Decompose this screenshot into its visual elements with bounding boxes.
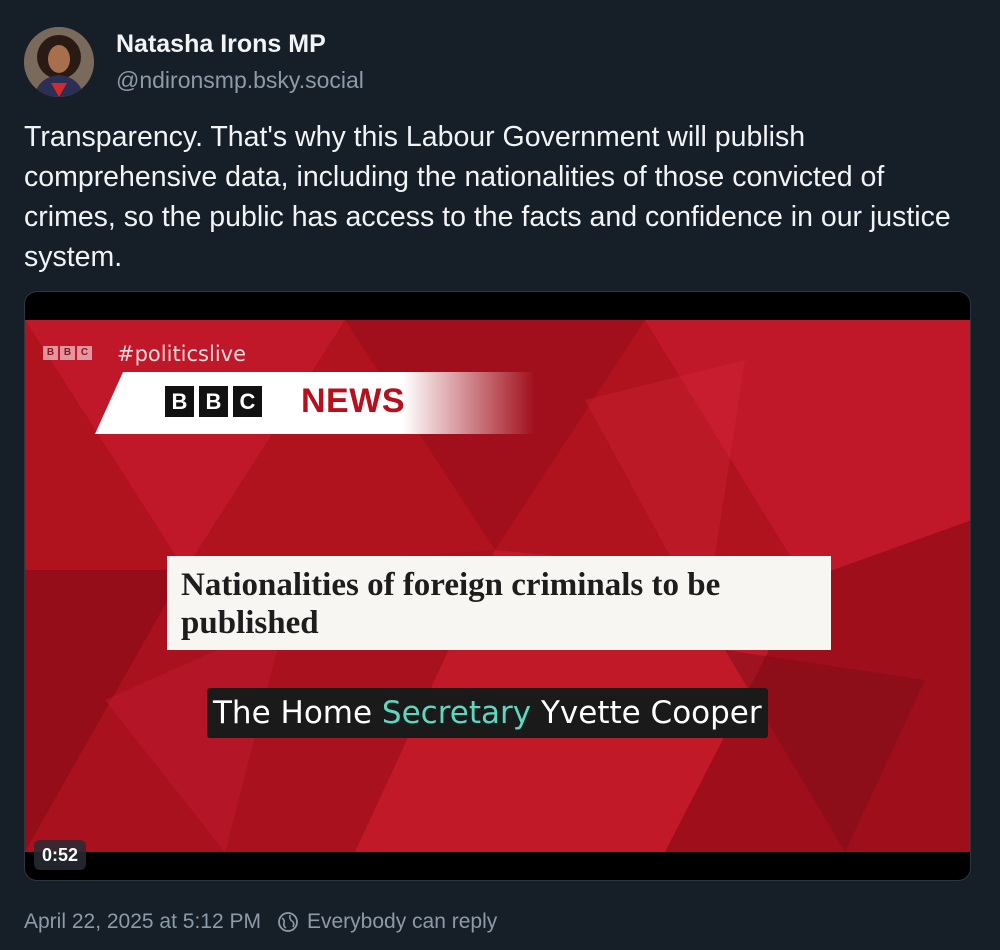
caption-text-after: Yvette Cooper — [531, 695, 762, 731]
post-container: Natasha Irons MP @ndironsmp.bsky.social … — [0, 0, 1000, 950]
video-hashtag: #politicslive — [117, 342, 247, 366]
author-avatar[interactable] — [24, 27, 94, 97]
bbc-small-letter: B — [43, 346, 58, 360]
bbc-logo-letter: B — [165, 386, 194, 417]
bbc-logo-letter: C — [233, 386, 262, 417]
video-duration-badge: 0:52 — [34, 840, 87, 870]
reply-setting[interactable]: Everybody can reply — [307, 910, 497, 934]
bbc-small-logo: B B C — [43, 346, 92, 360]
author-display-name[interactable]: Natasha Irons MP — [116, 30, 326, 59]
bbc-small-letter: C — [77, 346, 92, 360]
video-frame[interactable]: B B C #politicslive B B C NEWS Nationali… — [25, 320, 970, 852]
avatar-image — [24, 27, 94, 97]
post-timestamp[interactable]: April 22, 2025 at 5:12 PM — [24, 910, 261, 934]
caption-text-highlight: Secretary — [381, 695, 532, 731]
video-embed[interactable]: B B C #politicslive B B C NEWS Nationali… — [24, 291, 971, 881]
globe-icon — [277, 911, 299, 933]
video-headline: Nationalities of foreign criminals to be… — [181, 567, 721, 641]
author-handle[interactable]: @ndironsmp.bsky.social — [116, 67, 364, 94]
bbc-news-word: NEWS — [301, 382, 405, 420]
headline-card: Nationalities of foreign criminals to be… — [167, 556, 831, 650]
post-footer: April 22, 2025 at 5:12 PM Everybody can … — [24, 910, 497, 934]
video-caption: The Home Secretary Yvette Cooper — [207, 688, 768, 738]
bbc-small-letter: B — [60, 346, 75, 360]
post-body-text: Transparency. That's why this Labour Gov… — [24, 121, 951, 273]
caption-text-before: The Home — [213, 695, 382, 731]
bbc-logo: B B C — [165, 386, 262, 417]
bbc-logo-letter: B — [199, 386, 228, 417]
